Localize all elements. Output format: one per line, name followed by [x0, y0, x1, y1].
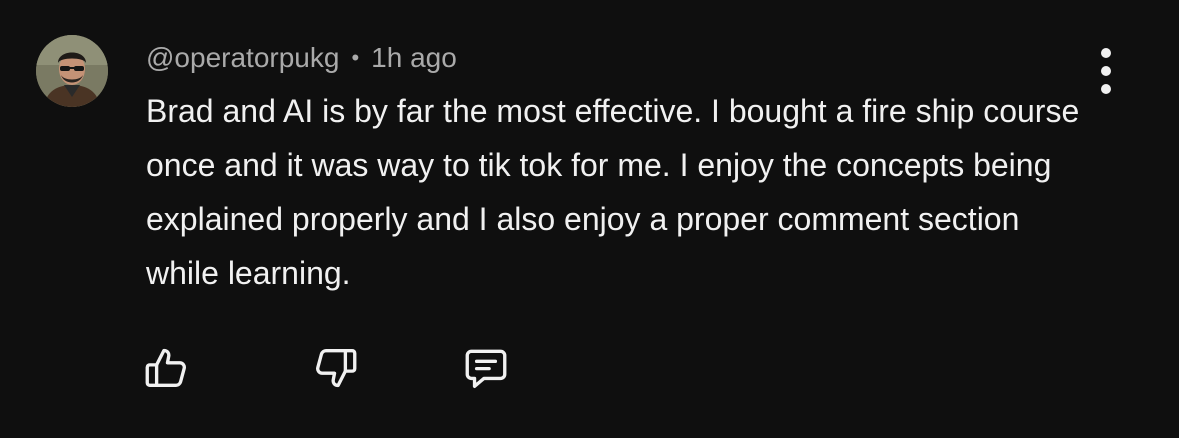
dislike-button[interactable]	[306, 338, 366, 398]
comment-text: Brad and AI is by far the most effective…	[146, 93, 1080, 291]
meta-separator: •	[351, 45, 360, 70]
thumbs-up-icon	[145, 348, 186, 387]
more-vertical-icon	[1101, 48, 1111, 58]
reply-button[interactable]	[456, 338, 516, 398]
comment-thread-item: @operatorpukg • 1h ago Brad and AI is by…	[0, 0, 1179, 438]
more-options-button[interactable]	[1086, 48, 1126, 94]
comment-timestamp[interactable]: 1h ago	[371, 42, 457, 74]
like-button[interactable]	[136, 338, 196, 398]
thumbs-down-icon	[316, 349, 357, 388]
author-handle[interactable]: @operatorpukg	[146, 42, 339, 74]
comment-header: @operatorpukg • 1h ago	[146, 40, 457, 76]
comment-icon	[465, 349, 507, 388]
avatar[interactable]	[36, 35, 108, 107]
avatar-image	[36, 35, 108, 107]
